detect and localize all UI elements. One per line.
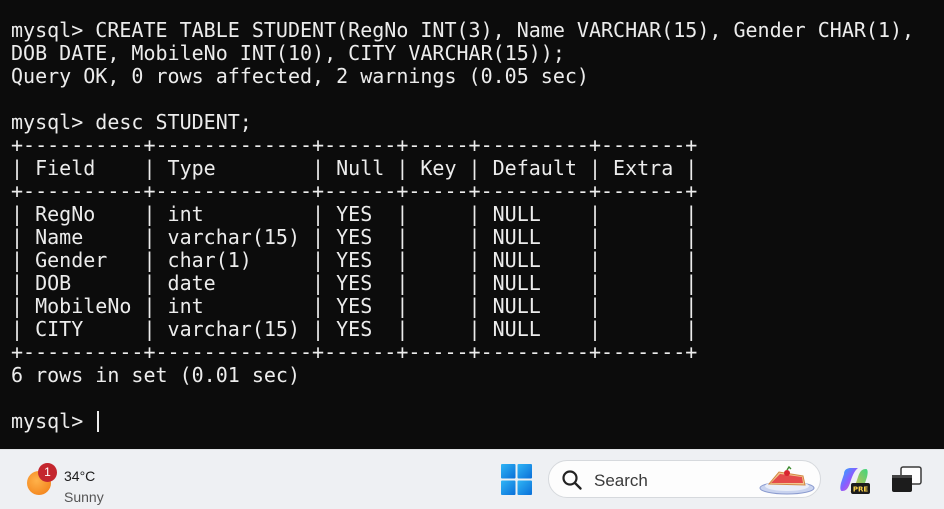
search-placeholder: Search xyxy=(594,471,648,490)
terminal-line: | DOB | date | YES | | NULL | | xyxy=(11,271,698,295)
terminal-line: +----------+-------------+------+-----+-… xyxy=(11,133,698,157)
terminal-line: DOB DATE, MobileNo INT(10), CITY VARCHAR… xyxy=(11,41,565,65)
terminal-line: +----------+-------------+------+-----+-… xyxy=(11,179,698,203)
terminal-line: | RegNo | int | YES | | NULL | | xyxy=(11,202,698,226)
task-view-icon[interactable] xyxy=(888,464,924,496)
taskbar-search-box[interactable]: Search xyxy=(548,460,821,498)
terminal-prompt-line[interactable]: mysql> xyxy=(11,409,100,433)
text-cursor xyxy=(97,411,100,432)
windows-logo-icon[interactable] xyxy=(501,464,532,495)
weather-temperature: 34°C xyxy=(64,468,96,484)
terminal-line: mysql> CREATE TABLE STUDENT(RegNo INT(3)… xyxy=(11,18,915,42)
pie-icon xyxy=(759,465,815,495)
terminal-line: mysql> desc STUDENT; xyxy=(11,110,252,134)
terminal-line: | CITY | varchar(15) | YES | | NULL | | xyxy=(11,317,698,341)
taskbar: 1 34°C Sunny Search PRE xyxy=(0,449,944,509)
terminal-line: | Field | Type | Null | Key | Default | … xyxy=(11,156,698,180)
copilot-icon[interactable]: PRE xyxy=(838,465,870,497)
terminal-window[interactable]: mysql> CREATE TABLE STUDENT(RegNo INT(3)… xyxy=(0,0,944,449)
terminal-line: +----------+-------------+------+-----+-… xyxy=(11,340,698,364)
copilot-badge-text: PRE xyxy=(853,486,869,494)
terminal-line: Query OK, 0 rows affected, 2 warnings (0… xyxy=(11,64,589,88)
notification-badge: 1 xyxy=(38,463,57,482)
weather-condition: Sunny xyxy=(64,489,104,505)
terminal-line: | Gender | char(1) | YES | | NULL | | xyxy=(11,248,698,272)
terminal-line: 6 rows in set (0.01 sec) xyxy=(11,363,300,387)
search-icon xyxy=(562,470,582,490)
terminal-line: | MobileNo | int | YES | | NULL | | xyxy=(11,294,698,318)
weather-widget[interactable]: 1 34°C Sunny xyxy=(22,458,132,505)
terminal-prompt: mysql> xyxy=(11,409,96,433)
terminal-line: | Name | varchar(15) | YES | | NULL | | xyxy=(11,225,698,249)
